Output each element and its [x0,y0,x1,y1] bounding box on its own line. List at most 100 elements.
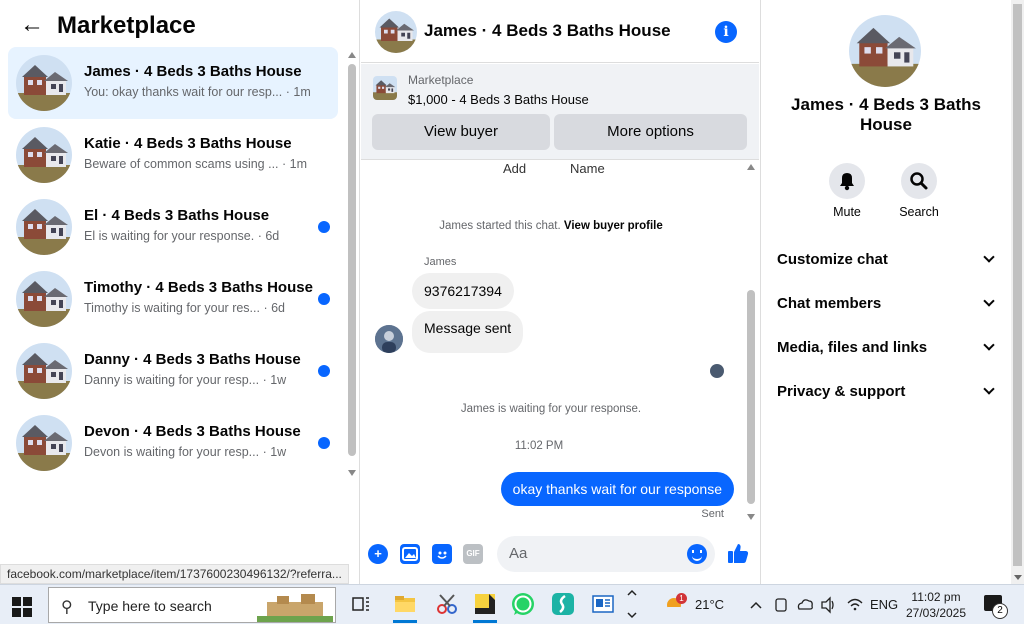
listing-title[interactable]: $1,000 - 4 Beds 3 Baths House [408,92,589,107]
gif-icon[interactable]: GIF [463,544,483,564]
details-section-privacy-support[interactable]: Privacy & support [777,382,999,426]
taskbar-clock[interactable]: 11:02 pm 27/03/2025 [900,589,972,621]
message-thread: Add Name James started this chat. View b… [361,161,759,523]
conversation-avatar[interactable] [16,55,72,111]
more-options-button[interactable]: More options [554,114,747,150]
page-scrollbar[interactable] [1011,0,1024,584]
scroll-up-arrow-icon[interactable] [348,52,356,58]
tray-overflow-chevrons-icon[interactable] [626,585,638,625]
temperature[interactable]: 21°C [695,585,724,625]
view-buyer-profile-link[interactable]: View buyer profile [564,220,663,232]
info-icon[interactable]: i [715,21,737,43]
task-view-icon[interactable] [348,591,374,617]
sticky-notes-icon[interactable] [472,591,498,623]
details-section-media-files-and-links[interactable]: Media, files and links [777,338,999,382]
section-label: Privacy & support [777,383,906,400]
weather-badge: 1 [676,593,687,604]
back-arrow-icon[interactable]: ← [18,12,46,40]
chat-pane: James · 4 Beds 3 Baths House i Marketpla… [361,0,759,584]
notification-count-badge: 2 [992,603,1008,619]
message-input[interactable]: Aa [497,536,715,572]
conversation-avatar[interactable] [16,343,72,399]
search-icon[interactable] [901,163,937,199]
scroll-down-arrow-icon[interactable] [1014,575,1022,580]
taskbar-search-box[interactable]: ⚲ Type here to search [48,587,336,623]
sidebar-header: ← Marketplace [0,0,360,48]
listing-thumbnail[interactable] [373,76,397,100]
details-title: James · 4 Beds 3 Baths House [791,95,981,134]
chat-avatar[interactable] [375,11,417,53]
conversation-avatar[interactable] [16,199,72,255]
chat-title[interactable]: James · 4 Beds 3 Baths House [424,21,671,41]
page-scrollbar-thumb[interactable] [1013,4,1022,566]
search-icon: ⚲ [61,599,73,616]
page-title: Marketplace [57,12,196,39]
chat-details-panel: James · 4 Beds 3 Baths House Mute Search… [760,0,1010,584]
bell-icon[interactable] [829,163,865,199]
conversation-name: James · 4 Beds 3 Baths House [84,63,302,80]
conversation-item[interactable]: Katie · 4 Beds 3 Baths House Beware of co… [8,119,338,191]
message-composer: + GIF Aa [361,532,759,576]
listing-label: Marketplace [408,73,474,87]
conversation-time: · 1w [262,445,287,459]
conversation-item[interactable]: Devon · 4 Beds 3 Baths House Devon is wai… [8,407,338,479]
conversation-item[interactable]: Timothy · 4 Beds 3 Baths House Timothy is… [8,263,338,335]
thumbs-up-icon[interactable] [727,542,749,564]
mute-button[interactable]: Mute [817,163,877,219]
incoming-message[interactable]: Message sent [412,311,524,353]
incoming-message[interactable]: 9376217394 [412,273,514,309]
conversation-item[interactable]: El · 4 Beds 3 Baths House El is waiting f… [8,191,338,263]
conversation-avatar[interactable] [16,415,72,471]
sidebar-scrollbar[interactable] [347,52,357,476]
file-explorer-icon[interactable] [392,591,418,623]
snipping-tool-icon[interactable] [434,591,460,617]
language-indicator[interactable]: ENG [870,585,898,625]
conversation-preview-line: Danny is waiting for your resp... · 1w [84,373,320,387]
whatsapp-icon[interactable] [510,591,536,617]
seen-receipt-avatar [710,364,724,378]
show-hidden-icons-chevron-icon[interactable] [748,585,764,625]
sticker-icon[interactable] [432,544,452,564]
chevron-down-icon [983,295,995,307]
scroll-down-arrow-icon[interactable] [747,514,755,520]
conversation-name: Danny · 4 Beds 3 Baths House [84,351,301,368]
windows-start-icon[interactable] [12,597,32,617]
emoji-icon[interactable] [687,544,707,564]
weather-icon[interactable] [662,585,688,625]
conversation-avatar[interactable] [16,271,72,327]
photo-icon[interactable] [400,544,420,564]
conversation-name: Devon · 4 Beds 3 Baths House [84,423,301,440]
scrollbar-thumb[interactable] [747,290,755,504]
plus-icon[interactable]: + [368,544,388,564]
conversation-item[interactable]: James · 4 Beds 3 Baths House You: okay th… [8,47,338,119]
sender-name: James [424,256,457,268]
search-highlight-illustration-icon[interactable] [257,588,333,622]
surfshark-icon[interactable] [550,591,576,617]
conversation-preview: Timothy is waiting for your res... [84,301,260,315]
news-app-icon[interactable] [590,591,616,617]
sender-avatar[interactable] [375,325,403,353]
conversation-item[interactable]: Danny · 4 Beds 3 Baths House Danny is wai… [8,335,338,407]
details-section-chat-members[interactable]: Chat members [777,294,999,338]
conversation-avatar[interactable] [16,127,72,183]
conversation-preview: Danny is waiting for your resp... [84,373,260,387]
conversation-preview: You: okay thanks wait for our resp... [84,85,283,99]
outgoing-message[interactable]: okay thanks wait for our response [500,472,734,506]
details-section-customize-chat[interactable]: Customize chat [777,250,999,294]
chat-scrollbar[interactable] [746,164,756,520]
section-label: Customize chat [777,251,888,268]
cut-off-add-label: Add [503,161,527,176]
wifi-icon[interactable] [846,585,864,625]
meet-now-icon[interactable] [774,585,788,625]
search-button[interactable]: Search [889,163,949,219]
conversation-sidebar: ← Marketplace James · 4 Beds 3 Baths Hou… [0,0,360,584]
scrollbar-thumb[interactable] [348,64,356,456]
clock-date: 27/03/2025 [905,606,967,620]
scroll-down-arrow-icon[interactable] [348,470,356,476]
details-avatar[interactable] [849,15,921,87]
view-buyer-button[interactable]: View buyer [372,114,550,150]
unread-dot-icon [318,221,330,233]
volume-icon[interactable] [820,585,838,625]
scroll-up-arrow-icon[interactable] [747,164,755,170]
onedrive-cloud-icon[interactable] [796,585,814,625]
